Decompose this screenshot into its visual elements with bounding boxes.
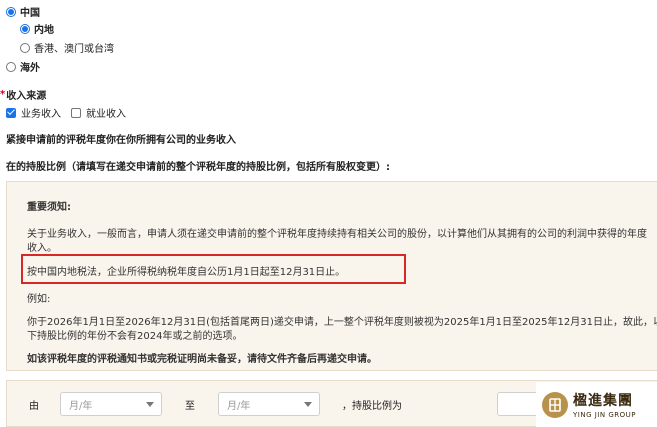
checkbox-employment-income[interactable] xyxy=(71,107,81,118)
radio-china-label: 中国 xyxy=(20,8,40,19)
logo-subtitle: YING JIN GROUP xyxy=(573,411,636,419)
to-select-placeholder: 月/年 xyxy=(227,400,251,412)
from-select-placeholder: 月/年 xyxy=(69,400,93,412)
radio-mainland[interactable]: 内地 xyxy=(20,21,54,36)
notice-title: 重要须知: xyxy=(27,202,71,213)
checkbox-business-income[interactable] xyxy=(6,107,16,118)
section-heading-business-income: 紧接申请前的评税年度你在你所拥有公司的业务收入 xyxy=(6,135,236,146)
to-month-year-select[interactable]: 月/年 xyxy=(218,392,320,416)
radio-mainland-label: 内地 xyxy=(34,25,54,36)
income-source-label: * 收入来源 xyxy=(0,87,46,102)
required-marker: * xyxy=(0,89,6,100)
checkbox-group-income: 业务收入 就业收入 xyxy=(6,105,126,120)
chevron-down-icon xyxy=(304,402,312,407)
radio-overseas[interactable]: 海外 xyxy=(6,59,40,74)
notice-paragraph-line1: 关于业务收入，一般而言，申请人须在递交申请前的整个评税年度持续持有相关公司的股份… xyxy=(27,229,647,240)
radio-hk-macau-tw-control[interactable] xyxy=(20,42,30,53)
radio-hk-macau-tw-label: 香港、澳门或台湾 xyxy=(34,44,114,55)
notice-example-line2: 下持股比例的年份不会有2024年或之前的选项。 xyxy=(27,331,243,342)
notice-example-label: 例如: xyxy=(27,294,51,305)
important-notice-panel: 重要须知: 关于业务收入，一般而言，申请人须在递交申请前的整个评税年度持续持有相… xyxy=(6,181,657,371)
notice-paragraph-line2: 收入。 xyxy=(27,243,57,254)
radio-mainland-control[interactable] xyxy=(20,23,30,34)
logo-emblem-icon xyxy=(542,391,568,418)
checkbox-business-income-label: 业务收入 xyxy=(21,109,61,120)
from-label: 由 xyxy=(29,401,39,412)
radio-hk-macau-tw[interactable]: 香港、澳门或台湾 xyxy=(20,40,114,55)
checkbox-employment-income-label: 就业收入 xyxy=(86,109,126,120)
notice-closing: 如该评税年度的评税通知书或完税证明尚未备妥，请待文件齐备后再递交申请。 xyxy=(27,354,377,365)
from-month-year-select[interactable]: 月/年 xyxy=(60,392,162,416)
to-label: 至 xyxy=(185,401,195,412)
radio-china[interactable]: 中国 xyxy=(6,4,40,19)
radio-china-control[interactable] xyxy=(6,6,16,17)
logo-name: 楹進集團 xyxy=(573,393,633,409)
radio-overseas-label: 海外 xyxy=(20,63,40,74)
ratio-label: ，持股比例为 xyxy=(342,401,402,412)
section-heading-shareholding: 在的持股比例（请填写在递交申请前的整个评税年度的持股比例，包括所有股权变更）: xyxy=(6,162,390,173)
notice-highlight-text: 按中国内地税法，企业所得税纳税年度自公历1月1日起至12月31日止。 xyxy=(27,267,346,278)
radio-overseas-control[interactable] xyxy=(6,61,16,72)
ying-jin-group-logo: 楹進集團 YING JIN GROUP xyxy=(536,382,657,427)
income-source-text: 收入来源 xyxy=(6,91,47,102)
chevron-down-icon xyxy=(146,402,154,407)
notice-example-line1: 你于2026年1月1日至2026年12月31日(包括首尾两日)递交申请，上一整个… xyxy=(27,317,657,328)
